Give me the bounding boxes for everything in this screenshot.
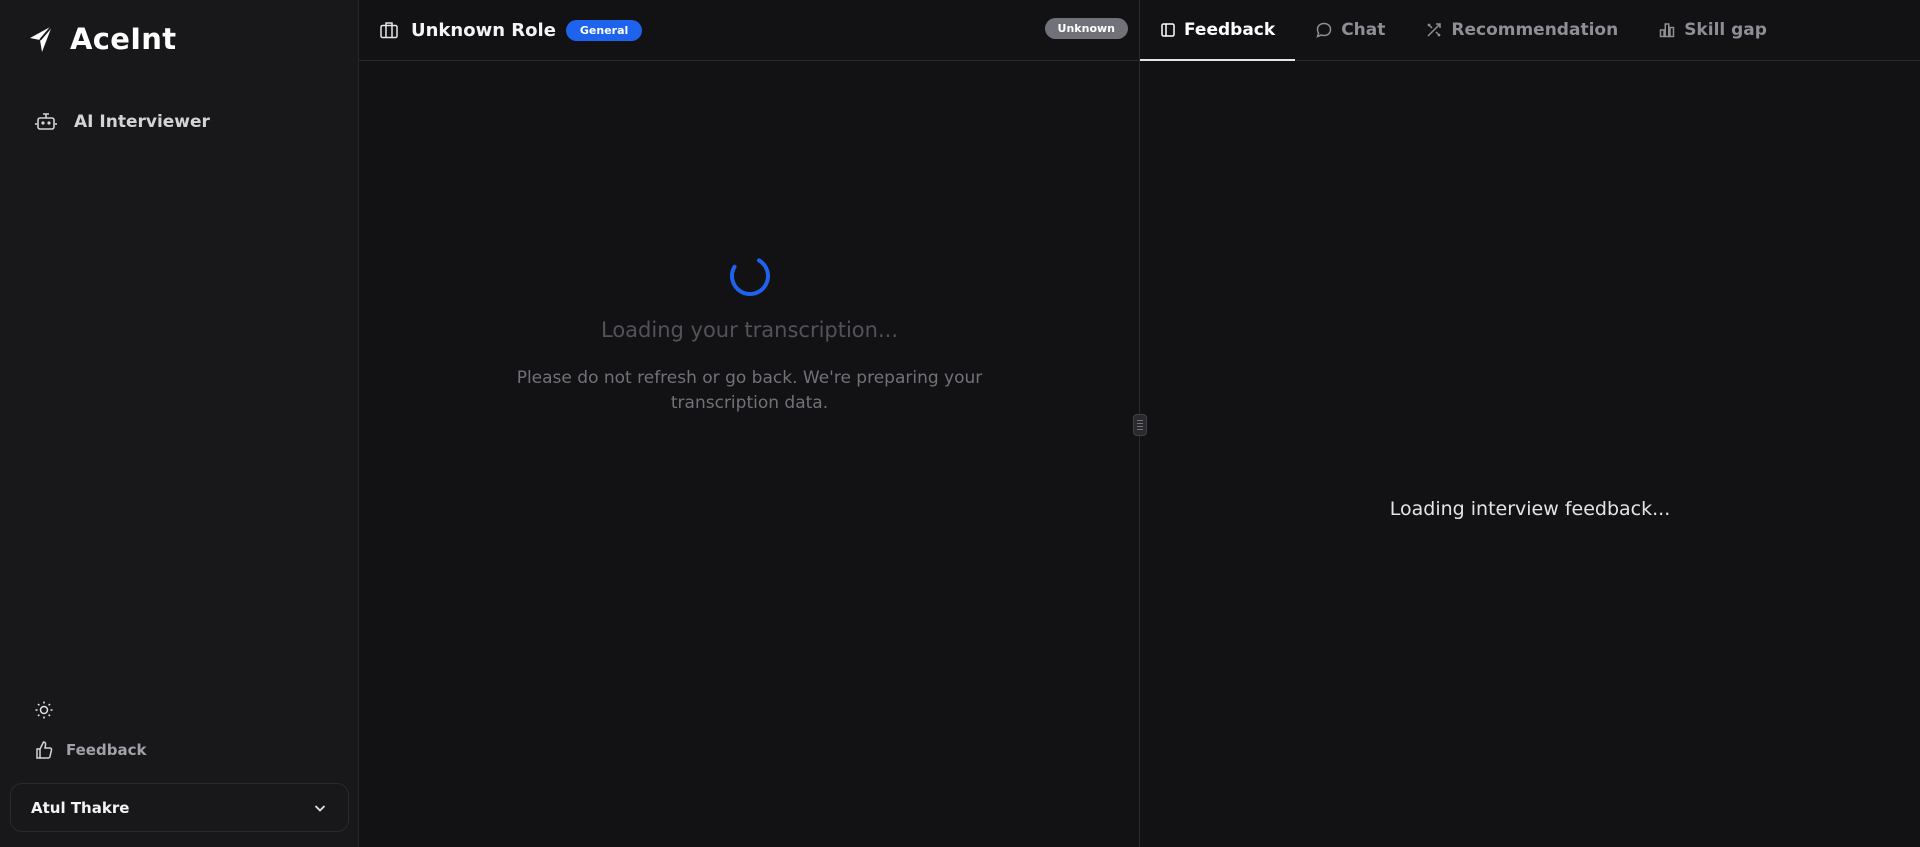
tab-label: Skill gap xyxy=(1684,20,1767,40)
transcription-loading: Loading your transcription... Please do … xyxy=(359,254,1140,416)
panel-resize-handle[interactable] xyxy=(1133,414,1147,436)
role-title: Unknown Role xyxy=(411,19,556,41)
theme-toggle-button[interactable] xyxy=(34,700,54,720)
bar-chart-icon xyxy=(1658,21,1676,39)
sidebar-item-ai-interviewer[interactable]: AI Interviewer xyxy=(34,110,210,134)
tab-chat[interactable]: Chat xyxy=(1295,0,1405,60)
logo[interactable]: AceInt xyxy=(26,22,176,56)
loading-spinner xyxy=(359,254,1140,298)
feedback-loading-text: Loading interview feedback... xyxy=(1389,498,1671,520)
tab-label: Recommendation xyxy=(1451,20,1619,40)
user-menu[interactable]: Atul Thakre xyxy=(10,783,349,832)
role-header: Unknown Role General Unknown xyxy=(359,0,1139,61)
user-name: Atul Thakre xyxy=(31,798,130,817)
feedback-panel: Feedback Chat Recommendation Skill gap L… xyxy=(1140,0,1920,847)
loading-title: Loading your transcription... xyxy=(600,318,898,342)
briefcase-icon xyxy=(379,20,399,40)
sidebar: AceInt AI Interviewer Feedback Atul Thak… xyxy=(0,0,359,847)
tab-bar: Feedback Chat Recommendation Skill gap xyxy=(1140,0,1920,61)
sidebar-item-label: AI Interviewer xyxy=(74,112,210,132)
bot-icon xyxy=(34,110,58,134)
role-category-badge: General xyxy=(565,19,643,41)
tab-label: Chat xyxy=(1341,20,1386,40)
tools-icon xyxy=(1425,21,1443,39)
chat-bubble-icon xyxy=(1315,21,1333,39)
chevron-down-icon xyxy=(312,800,328,816)
tab-recommendation[interactable]: Recommendation xyxy=(1405,0,1638,60)
feedback-label: Feedback xyxy=(66,741,147,759)
tab-label: Feedback xyxy=(1184,20,1276,40)
logo-icon xyxy=(26,24,56,54)
app-root: AceInt AI Interviewer Feedback Atul Thak… xyxy=(0,0,1920,847)
logo-text: AceInt xyxy=(70,22,177,56)
tab-feedback[interactable]: Feedback xyxy=(1140,0,1296,61)
thumbs-up-icon xyxy=(34,740,54,760)
status-badge: Unknown xyxy=(1044,18,1128,39)
loading-subtitle: Please do not refresh or go back. We're … xyxy=(516,368,983,413)
panel-icon xyxy=(1160,22,1176,38)
transcription-panel: Unknown Role General Unknown Loading you… xyxy=(359,0,1147,847)
sidebar-feedback-button[interactable]: Feedback xyxy=(34,740,146,760)
sun-icon xyxy=(34,700,54,720)
tab-skill-gap[interactable]: Skill gap xyxy=(1638,0,1787,60)
